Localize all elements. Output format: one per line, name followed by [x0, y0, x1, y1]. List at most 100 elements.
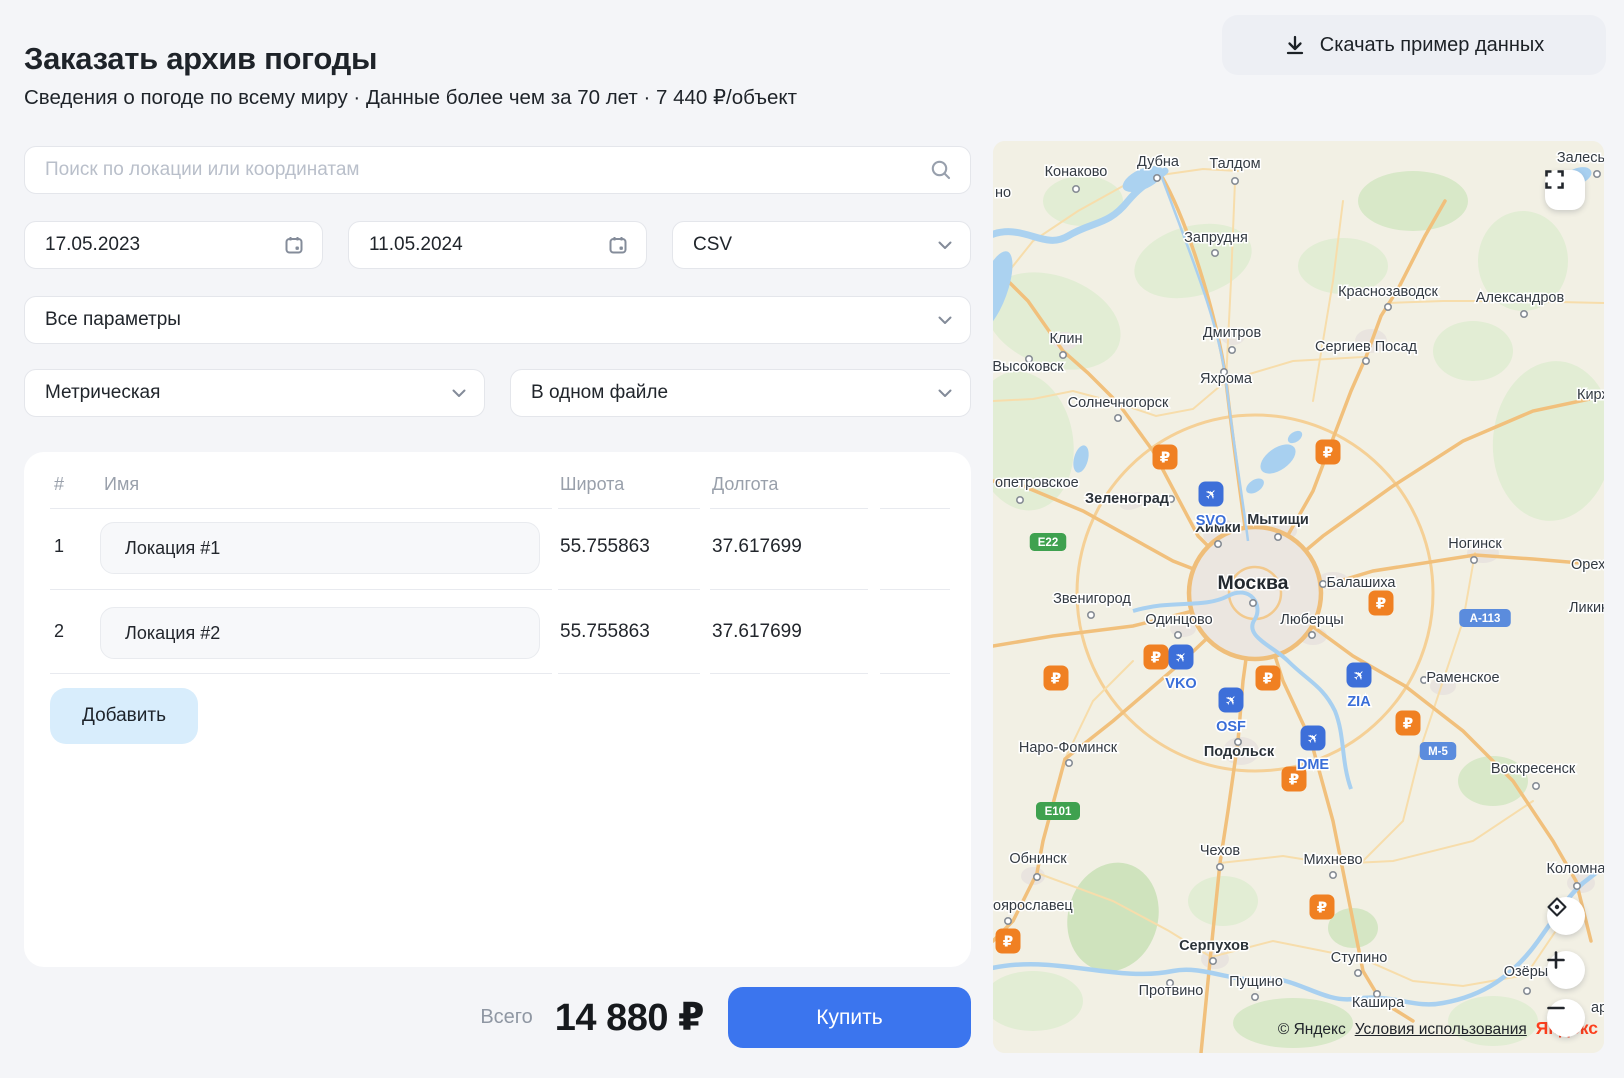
- road-badge-label: А-113: [1470, 613, 1501, 625]
- latitude-value: 55.755863: [560, 621, 650, 643]
- map-city-label: опетровское: [995, 475, 1079, 491]
- city-dot: [1521, 311, 1527, 317]
- ruble-marker-glyph: ₽: [1003, 934, 1013, 951]
- city-dot: [1363, 358, 1369, 364]
- airport-code-label: SVO: [1196, 513, 1227, 529]
- col-header-name: Имя: [104, 474, 139, 495]
- city-dot: [1034, 874, 1040, 880]
- road-badge-label: E22: [1038, 537, 1058, 549]
- city-dot: [1471, 557, 1477, 563]
- map-city-label: Дубна: [1137, 154, 1180, 170]
- buy-button[interactable]: Купить: [728, 987, 971, 1048]
- city-dot: [1250, 600, 1256, 606]
- calendar-icon[interactable]: [608, 235, 628, 255]
- city-dot: [1066, 760, 1072, 766]
- map-city-label: Раменское: [1426, 670, 1499, 686]
- map-city-label: Пущино: [1229, 974, 1283, 990]
- longitude-value: 37.617699: [712, 621, 802, 643]
- col-header-lon: Долгота: [712, 474, 778, 495]
- city-dot: [1330, 872, 1336, 878]
- map-city-label: Кашира: [1352, 995, 1405, 1011]
- total-value: 14 880 ₽: [555, 995, 704, 1040]
- location-name-input[interactable]: [101, 538, 539, 559]
- chevron-down-icon: [938, 389, 952, 398]
- col-header-num: #: [54, 474, 64, 495]
- city-dot: [1115, 415, 1121, 421]
- format-select[interactable]: CSV: [672, 221, 971, 269]
- map-city-label: Сергиев Посад: [1315, 339, 1418, 355]
- map-city-label: Киржач: [1577, 387, 1604, 403]
- city-dot: [1229, 347, 1235, 353]
- road-badge-label: M-5: [1428, 746, 1448, 758]
- map-canvas[interactable]: ноКонаковоДубнаТалдомЗалесьеЗапрудняКрас…: [993, 141, 1604, 1053]
- terms-of-use-link[interactable]: Условия использования: [1355, 1021, 1527, 1039]
- map-city-label: Михнево: [1303, 852, 1362, 868]
- location-name-field[interactable]: [100, 522, 540, 574]
- ruble-marker-glyph: ₽: [1323, 445, 1333, 462]
- chevron-down-icon: [938, 316, 952, 325]
- map-city-label: Александров: [1476, 290, 1565, 306]
- ruble-marker-glyph: ₽: [1151, 650, 1161, 667]
- date-to-value: 11.05.2024: [369, 234, 608, 256]
- file-mode-select[interactable]: В одном файле: [510, 369, 971, 417]
- city-dot: [1232, 178, 1238, 184]
- city-dot: [1574, 883, 1580, 889]
- map-city-label: Балашиха: [1327, 575, 1397, 591]
- location-row: 2 55.755863 37.617699: [24, 607, 971, 659]
- city-dot: [1088, 612, 1094, 618]
- map-city-label: Москва: [1217, 572, 1288, 594]
- map-city-label: Звенигород: [1053, 591, 1131, 607]
- airport-code-label: ZIA: [1347, 694, 1371, 710]
- ruble-marker-glyph: ₽: [1051, 671, 1061, 688]
- geolocate-button[interactable]: [1547, 897, 1585, 935]
- search-input[interactable]: [45, 159, 930, 181]
- format-value: CSV: [693, 234, 938, 256]
- download-sample-button[interactable]: Скачать пример данных: [1222, 15, 1606, 75]
- city-dot: [1005, 918, 1011, 924]
- fullscreen-icon: [1547, 172, 1563, 188]
- map-city-label: Талдом: [1209, 156, 1260, 172]
- location-name-input[interactable]: [101, 623, 539, 644]
- map-city-label: Подольск: [1204, 744, 1275, 760]
- date-from-field[interactable]: 17.05.2023: [24, 221, 323, 269]
- location-search-field[interactable]: [24, 146, 971, 194]
- units-select[interactable]: Метрическая: [24, 369, 485, 417]
- zoom-in-button[interactable]: [1547, 951, 1585, 989]
- row-number: 2: [54, 621, 64, 642]
- map-city-label: Ступино: [1331, 950, 1388, 966]
- search-icon: [930, 159, 952, 181]
- date-to-field[interactable]: 11.05.2024: [348, 221, 647, 269]
- date-from-value: 17.05.2023: [45, 234, 284, 256]
- map-city-label: Одинцово: [1145, 612, 1212, 628]
- map-city-label: Орехово-Зуево: [1571, 557, 1604, 573]
- add-location-button[interactable]: Добавить: [50, 688, 198, 744]
- parameters-select[interactable]: Все параметры: [24, 296, 971, 344]
- map-city-label: Яхрома: [1200, 371, 1253, 387]
- zoom-out-button[interactable]: [1547, 999, 1585, 1037]
- city-dot: [1210, 958, 1216, 964]
- city-dot: [1275, 534, 1281, 540]
- map-city-label: оярославец: [993, 898, 1073, 914]
- map-city-label: Высоковск: [993, 359, 1064, 375]
- download-sample-label: Скачать пример данных: [1320, 34, 1545, 57]
- geolocate-icon: [1547, 897, 1567, 917]
- location-row: 1 55.755863 37.617699: [24, 522, 971, 574]
- map-city-label: Наро-Фоминск: [1019, 740, 1118, 756]
- location-name-field[interactable]: [100, 607, 540, 659]
- map-city-label: Краснозаводск: [1338, 284, 1438, 300]
- map-city-label: Воскресенск: [1491, 761, 1576, 777]
- latitude-value: 55.755863: [560, 536, 650, 558]
- units-value: Метрическая: [45, 382, 452, 404]
- city-dot: [1017, 497, 1023, 503]
- city-dot: [1385, 304, 1391, 310]
- map-city-label: Зеленоград: [1085, 491, 1169, 507]
- page-title: Заказать архив погоды: [24, 41, 377, 77]
- map-city-label: Ногинск: [1448, 536, 1502, 552]
- fullscreen-button[interactable]: [1545, 170, 1585, 210]
- airport-code-label: DME: [1297, 757, 1330, 773]
- map-city-label: Дмитров: [1203, 325, 1262, 341]
- longitude-value: 37.617699: [712, 536, 802, 558]
- chevron-down-icon: [452, 389, 466, 398]
- calendar-icon[interactable]: [284, 235, 304, 255]
- city-dot: [1217, 864, 1223, 870]
